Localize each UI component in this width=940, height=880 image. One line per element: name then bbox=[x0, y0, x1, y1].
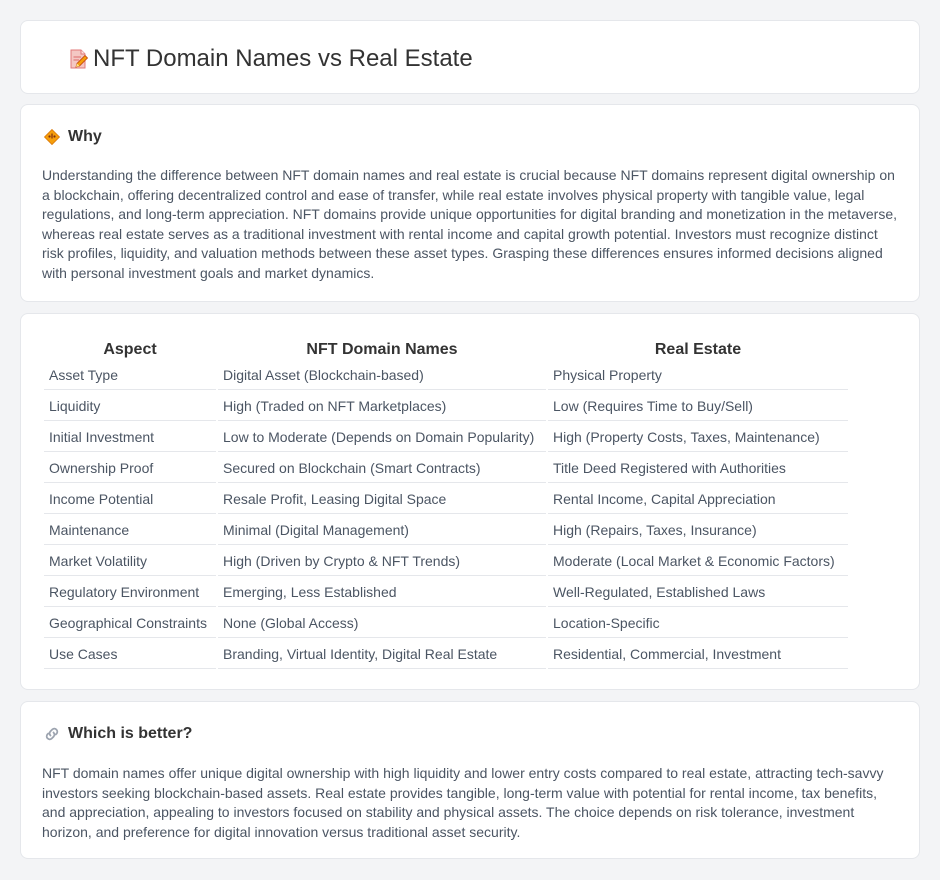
which-is-better-section: Which is better? NFT domain names offer … bbox=[20, 701, 920, 859]
page-title: NFT Domain Names vs Real Estate bbox=[93, 45, 473, 72]
column-header-aspect: Aspect bbox=[103, 341, 157, 358]
cell-nft: Minimal (Digital Management) bbox=[218, 516, 546, 545]
table-row: Income Potential Resale Profit, Leasing … bbox=[44, 485, 848, 514]
table-row: Geographical Constraints None (Global Ac… bbox=[44, 609, 848, 638]
table-row: Use Cases Branding, Virtual Identity, Di… bbox=[44, 640, 848, 669]
cell-aspect: Regulatory Environment bbox=[44, 578, 216, 607]
table-row: Initial Investment Low to Moderate (Depe… bbox=[44, 423, 848, 452]
comparison-section: Aspect NFT Domain Names Real Estate Asse… bbox=[20, 313, 920, 690]
cell-nft: Secured on Blockchain (Smart Contracts) bbox=[218, 454, 546, 483]
cell-aspect: Income Potential bbox=[44, 485, 216, 514]
cell-nft: High (Traded on NFT Marketplaces) bbox=[218, 392, 546, 421]
cell-aspect: Initial Investment bbox=[44, 423, 216, 452]
cell-real-estate: High (Repairs, Taxes, Insurance) bbox=[548, 516, 848, 545]
why-text: Understanding the difference between NFT… bbox=[42, 167, 898, 281]
cell-real-estate: Rental Income, Capital Appreciation bbox=[548, 485, 848, 514]
table-row: Liquidity High (Traded on NFT Marketplac… bbox=[44, 392, 848, 421]
page: NFT Domain Names vs Real Estate Why Unde… bbox=[0, 0, 940, 880]
cell-real-estate: Physical Property bbox=[548, 361, 848, 390]
document-pencil-icon bbox=[67, 48, 89, 70]
why-heading: Why bbox=[43, 127, 102, 147]
link-icon bbox=[43, 725, 61, 743]
cell-real-estate: Residential, Commercial, Investment bbox=[548, 640, 848, 669]
cell-aspect: Market Volatility bbox=[44, 547, 216, 576]
cell-aspect: Maintenance bbox=[44, 516, 216, 545]
which-is-better-text: NFT domain names offer unique digital ow… bbox=[42, 765, 884, 840]
diamond-warning-icon bbox=[43, 128, 61, 146]
table-row: Regulatory Environment Emerging, Less Es… bbox=[44, 578, 848, 607]
cell-real-estate: Title Deed Registered with Authorities bbox=[548, 454, 848, 483]
cell-aspect: Asset Type bbox=[44, 361, 216, 390]
table-row: Asset Type Digital Asset (Blockchain-bas… bbox=[44, 361, 848, 390]
cell-real-estate: High (Property Costs, Taxes, Maintenance… bbox=[548, 423, 848, 452]
cell-nft: None (Global Access) bbox=[218, 609, 546, 638]
header-card: NFT Domain Names vs Real Estate bbox=[20, 20, 920, 94]
cell-aspect: Geographical Constraints bbox=[44, 609, 216, 638]
column-header-real-estate: Real Estate bbox=[654, 341, 742, 358]
cell-real-estate: Moderate (Local Market & Economic Factor… bbox=[548, 547, 848, 576]
cell-nft: Low to Moderate (Depends on Domain Popul… bbox=[218, 423, 546, 452]
why-section: Why Understanding the difference between… bbox=[20, 104, 920, 302]
cell-nft: Digital Asset (Blockchain-based) bbox=[218, 361, 546, 390]
cell-real-estate: Location-Specific bbox=[548, 609, 848, 638]
cell-nft: Emerging, Less Established bbox=[218, 578, 546, 607]
why-title: Why bbox=[68, 128, 102, 145]
table-header-row: Aspect NFT Domain Names Real Estate bbox=[44, 337, 848, 359]
cell-aspect: Liquidity bbox=[44, 392, 216, 421]
cell-nft: High (Driven by Crypto & NFT Trends) bbox=[218, 547, 546, 576]
which-is-better-title: Which is better? bbox=[68, 725, 193, 742]
table-row: Maintenance Minimal (Digital Management)… bbox=[44, 516, 848, 545]
cell-nft: Branding, Virtual Identity, Digital Real… bbox=[218, 640, 546, 669]
cell-real-estate: Low (Requires Time to Buy/Sell) bbox=[548, 392, 848, 421]
comparison-table: Aspect NFT Domain Names Real Estate Asse… bbox=[42, 335, 850, 671]
cell-aspect: Use Cases bbox=[44, 640, 216, 669]
column-header-nft-domain-names: NFT Domain Names bbox=[306, 341, 458, 358]
cell-aspect: Ownership Proof bbox=[44, 454, 216, 483]
cell-real-estate: Well-Regulated, Established Laws bbox=[548, 578, 848, 607]
which-is-better-heading: Which is better? bbox=[43, 724, 192, 744]
table-row: Market Volatility High (Driven by Crypto… bbox=[44, 547, 848, 576]
table-row: Ownership Proof Secured on Blockchain (S… bbox=[44, 454, 848, 483]
cell-nft: Resale Profit, Leasing Digital Space bbox=[218, 485, 546, 514]
